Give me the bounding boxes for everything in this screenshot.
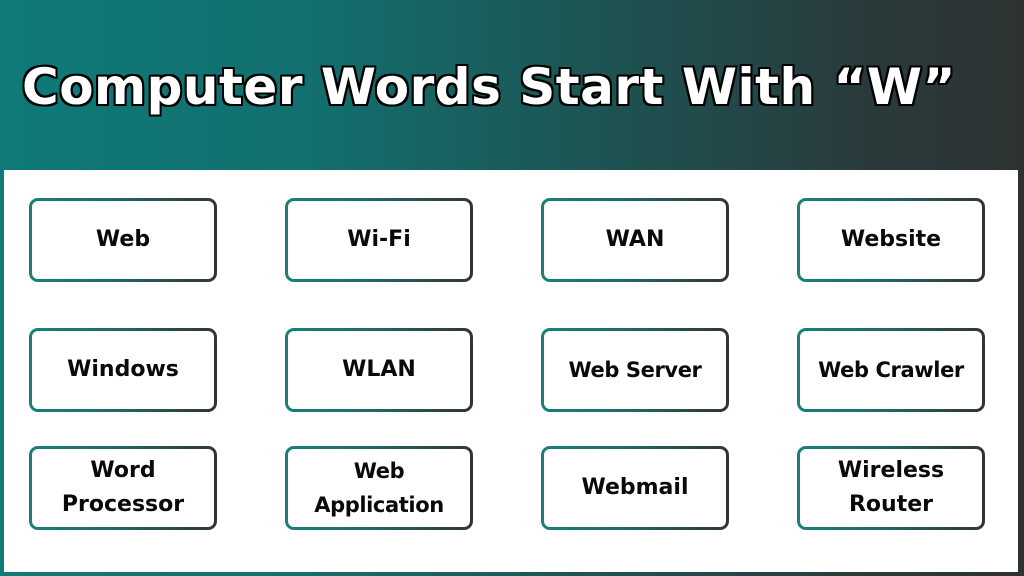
word-label: Wireless Router [800, 449, 982, 527]
word-label: Web Application [288, 449, 470, 527]
word-card-webmail: Webmail [541, 446, 729, 530]
word-label: Windows [32, 331, 214, 409]
word-label: Web Crawler [800, 331, 982, 409]
word-label: WAN [544, 201, 726, 279]
word-card-wireless-router: Wireless Router [797, 446, 985, 530]
word-card-web: Web [29, 198, 217, 282]
word-label: Webmail [544, 449, 726, 527]
word-label: Web [32, 201, 214, 279]
word-card-word-processor: Word Processor [29, 446, 217, 530]
word-label: Website [800, 201, 982, 279]
page-title: Computer Words Start With “W” [21, 57, 956, 117]
words-panel: Web Wi-Fi WAN Website Windows WLAN Web S… [4, 170, 1018, 572]
word-card-wi-fi: Wi-Fi [285, 198, 473, 282]
word-label: WLAN [288, 331, 470, 409]
word-card-web-application: Web Application [285, 446, 473, 530]
word-card-wan: WAN [541, 198, 729, 282]
word-card-web-crawler: Web Crawler [797, 328, 985, 412]
word-label: Word Processor [32, 449, 214, 527]
word-card-windows: Windows [29, 328, 217, 412]
word-card-wlan: WLAN [285, 328, 473, 412]
word-label: Wi-Fi [288, 201, 470, 279]
word-card-website: Website [797, 198, 985, 282]
word-label: Web Server [544, 331, 726, 409]
word-card-web-server: Web Server [541, 328, 729, 412]
